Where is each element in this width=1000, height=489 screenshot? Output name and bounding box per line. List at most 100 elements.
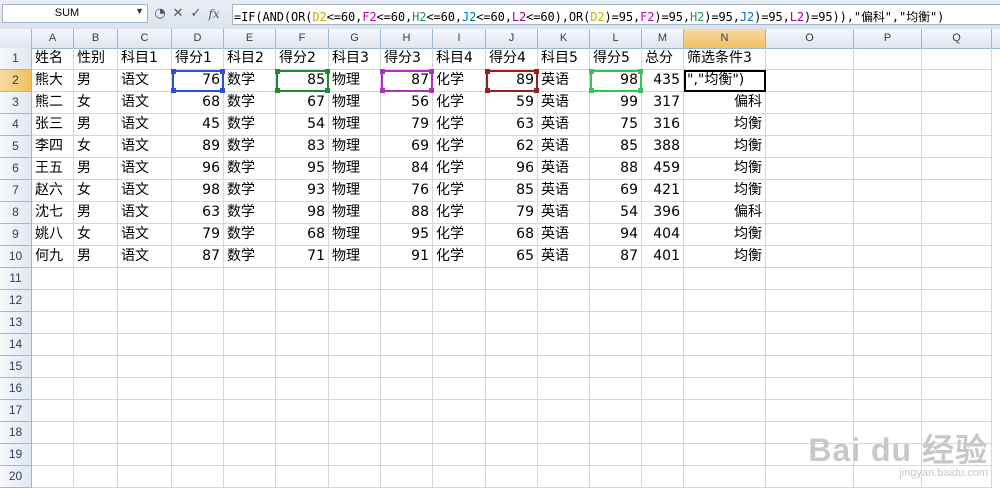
row-header-1[interactable]: 1 <box>0 48 32 70</box>
cell-c19[interactable] <box>118 444 172 466</box>
cell-b12[interactable] <box>74 290 118 312</box>
column-header-o[interactable]: O <box>766 29 854 48</box>
cell-e3[interactable]: 数学 <box>224 92 276 114</box>
cell-l11[interactable] <box>590 268 642 290</box>
cell-p15[interactable] <box>854 356 922 378</box>
cell-k1[interactable]: 科目5 <box>538 48 590 70</box>
cell-k2[interactable]: 英语 <box>538 70 590 92</box>
cell-d7[interactable]: 98 <box>172 180 224 202</box>
cell-q10[interactable] <box>922 246 992 268</box>
range-handle[interactable] <box>325 88 330 93</box>
cell-m6[interactable]: 459 <box>642 158 684 180</box>
cell-f13[interactable] <box>276 312 329 334</box>
cell-a16[interactable] <box>32 378 74 400</box>
row-header-16[interactable]: 16 <box>0 378 32 400</box>
cell-o4[interactable] <box>766 114 854 136</box>
cell-e2[interactable]: 数学 <box>224 70 276 92</box>
cell-c13[interactable] <box>118 312 172 334</box>
cell-i1[interactable]: 科目4 <box>433 48 486 70</box>
cell-g7[interactable]: 物理 <box>329 180 381 202</box>
cancel-icon[interactable]: ✕ <box>170 6 186 22</box>
cell-n20[interactable] <box>684 466 766 488</box>
cell-c1[interactable]: 科目1 <box>118 48 172 70</box>
cell-b3[interactable]: 女 <box>74 92 118 114</box>
range-handle[interactable] <box>380 88 385 93</box>
cell-j3[interactable]: 59 <box>486 92 538 114</box>
cell-o13[interactable] <box>766 312 854 334</box>
cell-b9[interactable]: 女 <box>74 224 118 246</box>
enter-check-icon[interactable]: ✓ <box>188 6 204 22</box>
cell-l10[interactable]: 87 <box>590 246 642 268</box>
column-header-l[interactable]: L <box>590 29 642 48</box>
cell-n14[interactable] <box>684 334 766 356</box>
cell-c3[interactable]: 语文 <box>118 92 172 114</box>
cell-a7[interactable]: 赵六 <box>32 180 74 202</box>
cell-l8[interactable]: 54 <box>590 202 642 224</box>
cell-g9[interactable]: 物理 <box>329 224 381 246</box>
cell-l14[interactable] <box>590 334 642 356</box>
cell-i9[interactable]: 化学 <box>433 224 486 246</box>
cell-n6[interactable]: 均衡 <box>684 158 766 180</box>
cell-p10[interactable] <box>854 246 922 268</box>
cell-h16[interactable] <box>381 378 433 400</box>
cell-n18[interactable] <box>684 422 766 444</box>
range-handle[interactable] <box>589 69 594 74</box>
cell-l1[interactable]: 得分5 <box>590 48 642 70</box>
row-header-18[interactable]: 18 <box>0 422 32 444</box>
cell-g18[interactable] <box>329 422 381 444</box>
cell-d3[interactable]: 68 <box>172 92 224 114</box>
cell-n10[interactable]: 均衡 <box>684 246 766 268</box>
cell-l4[interactable]: 75 <box>590 114 642 136</box>
cell-f10[interactable]: 71 <box>276 246 329 268</box>
cell-a14[interactable] <box>32 334 74 356</box>
cell-f3[interactable]: 67 <box>276 92 329 114</box>
cell-o6[interactable] <box>766 158 854 180</box>
cell-g3[interactable]: 物理 <box>329 92 381 114</box>
cell-a2[interactable]: 熊大 <box>32 70 74 92</box>
cell-h12[interactable] <box>381 290 433 312</box>
cell-j15[interactable] <box>486 356 538 378</box>
cell-l13[interactable] <box>590 312 642 334</box>
cell-i7[interactable]: 化学 <box>433 180 486 202</box>
cell-b2[interactable]: 男 <box>74 70 118 92</box>
cell-k18[interactable] <box>538 422 590 444</box>
cell-k19[interactable] <box>538 444 590 466</box>
cell-f6[interactable]: 95 <box>276 158 329 180</box>
cell-d2[interactable]: 76 <box>171 69 225 93</box>
cell-q15[interactable] <box>922 356 992 378</box>
range-handle[interactable] <box>534 69 539 74</box>
cell-h13[interactable] <box>381 312 433 334</box>
cell-b19[interactable] <box>74 444 118 466</box>
name-box-dropdown-icon[interactable]: ▼ <box>135 6 144 16</box>
cell-k9[interactable]: 英语 <box>538 224 590 246</box>
cell-f18[interactable] <box>276 422 329 444</box>
cell-i8[interactable]: 化学 <box>433 202 486 224</box>
cell-n15[interactable] <box>684 356 766 378</box>
cell-b4[interactable]: 男 <box>74 114 118 136</box>
range-handle[interactable] <box>429 88 434 93</box>
cell-p14[interactable] <box>854 334 922 356</box>
cell-e10[interactable]: 数学 <box>224 246 276 268</box>
cell-l20[interactable] <box>590 466 642 488</box>
cell-h1[interactable]: 得分3 <box>381 48 433 70</box>
cell-j13[interactable] <box>486 312 538 334</box>
cell-d9[interactable]: 79 <box>172 224 224 246</box>
column-header-p[interactable]: P <box>854 29 922 48</box>
column-header-a[interactable]: A <box>32 29 74 48</box>
cell-e4[interactable]: 数学 <box>224 114 276 136</box>
cell-p4[interactable] <box>854 114 922 136</box>
cell-e12[interactable] <box>224 290 276 312</box>
cell-g20[interactable] <box>329 466 381 488</box>
cell-c2[interactable]: 语文 <box>118 70 172 92</box>
cell-q1[interactable] <box>922 48 992 70</box>
range-handle[interactable] <box>220 88 225 93</box>
cell-i12[interactable] <box>433 290 486 312</box>
cell-a17[interactable] <box>32 400 74 422</box>
cell-n8[interactable]: 偏科 <box>684 202 766 224</box>
cell-a13[interactable] <box>32 312 74 334</box>
cell-f1[interactable]: 得分2 <box>276 48 329 70</box>
cell-f8[interactable]: 98 <box>276 202 329 224</box>
row-header-2[interactable]: 2 <box>0 70 32 92</box>
cell-d13[interactable] <box>172 312 224 334</box>
cell-j1[interactable]: 得分4 <box>486 48 538 70</box>
